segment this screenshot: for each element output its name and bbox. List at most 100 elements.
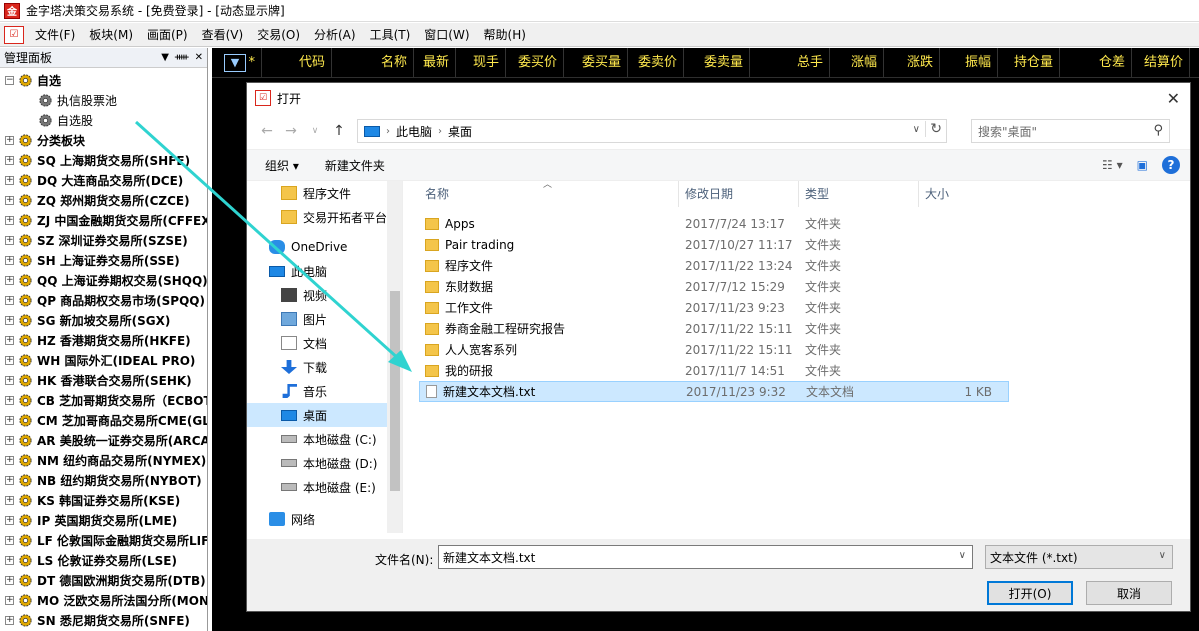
- file-row[interactable]: Pair trading 2017/10/27 11:17 文件夹: [419, 234, 1009, 255]
- tree-item[interactable]: + SH 上海证券交易所(SSE): [0, 250, 207, 270]
- expand-icon[interactable]: +: [5, 395, 14, 405]
- expand-icon[interactable]: +: [5, 355, 14, 365]
- expand-icon[interactable]: +: [5, 315, 14, 325]
- file-row[interactable]: 工作文件 2017/11/23 9:23 文件夹: [419, 297, 1009, 318]
- tree-item[interactable]: + DT 德国欧洲期货交易所(DTB): [0, 570, 207, 590]
- new-folder-button[interactable]: 新建文件夹: [325, 157, 385, 174]
- expand-icon[interactable]: +: [5, 375, 14, 385]
- filename-input[interactable]: 新建文本文档.txt ∨: [438, 545, 973, 569]
- file-row[interactable]: 我的研报 2017/11/7 14:51 文件夹: [419, 360, 1009, 381]
- file-row[interactable]: 新建文本文档.txt 2017/11/23 9:32 文本文档 1 KB: [419, 381, 1009, 402]
- nav-item[interactable]: 音乐: [247, 379, 387, 403]
- nav-item[interactable]: 此电脑: [247, 259, 387, 283]
- tree-item[interactable]: + CM 芝加哥商品交易所CME(GLOBEX): [0, 410, 207, 430]
- expand-icon[interactable]: +: [5, 235, 14, 245]
- quote-column-header[interactable]: 委卖价: [628, 47, 684, 78]
- tree-item[interactable]: + 分类板块: [0, 130, 207, 150]
- expand-icon[interactable]: +: [5, 335, 14, 345]
- panel-pin-icon[interactable]: ᚔ: [175, 52, 189, 63]
- quote-column-header[interactable]: *: [246, 47, 262, 78]
- column-size[interactable]: 大小: [919, 181, 995, 207]
- refresh-icon[interactable]: ↻: [925, 121, 942, 137]
- filetype-select[interactable]: 文本文件 (*.txt) ∨: [985, 545, 1173, 569]
- quote-column-header[interactable]: 涨跌: [884, 47, 940, 78]
- nav-item[interactable]: 视频: [247, 283, 387, 307]
- expand-icon[interactable]: +: [5, 455, 14, 465]
- breadcrumb-this-pc[interactable]: 此电脑: [396, 123, 432, 140]
- tree-item[interactable]: + NB 纽约期货交易所(NYBOT): [0, 470, 207, 490]
- quote-column-header[interactable]: 委买量: [564, 47, 628, 78]
- menu-item[interactable]: 文件(F): [28, 24, 82, 46]
- dialog-close-icon[interactable]: ✕: [1167, 89, 1180, 108]
- menu-item[interactable]: 帮助(H): [477, 24, 533, 46]
- expand-icon[interactable]: +: [5, 215, 14, 225]
- quote-column-header[interactable]: 涨幅: [830, 47, 884, 78]
- menu-item[interactable]: 交易(O): [250, 24, 307, 46]
- expand-icon[interactable]: +: [5, 175, 14, 185]
- quote-column-header[interactable]: 委买价: [506, 47, 564, 78]
- menu-item[interactable]: 查看(V): [195, 24, 251, 46]
- nav-item[interactable]: 程序文件: [247, 181, 387, 205]
- tree-item[interactable]: + HZ 香港期货交易所(HKFE): [0, 330, 207, 350]
- file-row[interactable]: Apps 2017/7/24 13:17 文件夹: [419, 213, 1009, 234]
- filename-dropdown-icon[interactable]: ∨: [959, 550, 966, 561]
- tree-item[interactable]: + HK 香港联合交易所(SEHK): [0, 370, 207, 390]
- filetype-dropdown-icon[interactable]: ∨: [1159, 550, 1166, 561]
- preview-pane-icon[interactable]: ▣: [1137, 158, 1148, 172]
- quote-column-header[interactable]: 代码: [262, 47, 332, 78]
- tree-item[interactable]: + LF 伦敦国际金融期货交易所LIFFE: [0, 530, 207, 550]
- file-row[interactable]: 券商金融工程研究报告 2017/11/22 15:11 文件夹: [419, 318, 1009, 339]
- tree-item[interactable]: + SG 新加坡交易所(SGX): [0, 310, 207, 330]
- expand-icon[interactable]: +: [5, 275, 14, 285]
- tree-item[interactable]: + NM 纽约商品交易所(NYMEX): [0, 450, 207, 470]
- tree-item[interactable]: + ZJ 中国金融期货交易所(CFFEX): [0, 210, 207, 230]
- menu-item[interactable]: 画面(P): [140, 24, 195, 46]
- tree-item[interactable]: + SZ 深圳证券交易所(SZSE): [0, 230, 207, 250]
- quote-column-header[interactable]: 持仓量: [998, 47, 1060, 78]
- nav-item[interactable]: 网络: [247, 507, 387, 531]
- nav-item[interactable]: 交易开拓者平台: [247, 205, 387, 229]
- panel-dropdown-icon[interactable]: ▼: [161, 52, 169, 63]
- recent-dropdown-icon[interactable]: ∨: [303, 126, 327, 136]
- tree-item[interactable]: + WH 国际外汇(IDEAL PRO): [0, 350, 207, 370]
- search-input[interactable]: 搜索"桌面" ⚲: [971, 119, 1170, 143]
- quote-column-header[interactable]: 结算价: [1132, 47, 1190, 78]
- nav-item[interactable]: 本地磁盘 (E:): [247, 475, 387, 499]
- quote-column-header[interactable]: 委卖量: [684, 47, 750, 78]
- nav-scrollbar[interactable]: [387, 181, 402, 533]
- tree-item[interactable]: − 自选: [0, 70, 207, 90]
- expand-icon[interactable]: +: [5, 435, 14, 445]
- quote-column-header[interactable]: 振幅: [940, 47, 998, 78]
- nav-item[interactable]: 桌面: [247, 403, 387, 427]
- expand-icon[interactable]: +: [5, 135, 14, 145]
- tree-item[interactable]: + KS 韩国证券交易所(KSE): [0, 490, 207, 510]
- expand-icon[interactable]: +: [5, 475, 14, 485]
- expand-icon[interactable]: +: [5, 595, 14, 605]
- menu-item[interactable]: 分析(A): [307, 24, 363, 46]
- tree-child-item[interactable]: 自选股: [0, 110, 207, 130]
- tree-item[interactable]: + QP 商品期权交易市场(SPQQ): [0, 290, 207, 310]
- system-menu-icon[interactable]: ☑: [4, 25, 24, 44]
- tree-item[interactable]: + LS 伦敦证券交易所(LSE): [0, 550, 207, 570]
- tree-item[interactable]: + ZQ 郑州期货交易所(CZCE): [0, 190, 207, 210]
- nav-item[interactable]: 本地磁盘 (D:): [247, 451, 387, 475]
- up-icon[interactable]: ↑: [327, 123, 351, 139]
- nav-scroll-thumb[interactable]: [390, 291, 400, 491]
- quote-column-header[interactable]: 现手: [456, 47, 506, 78]
- quote-column-header[interactable]: 仓差: [1060, 47, 1132, 78]
- quote-dropdown-icon[interactable]: ▼: [224, 53, 246, 72]
- nav-item[interactable]: 下载: [247, 355, 387, 379]
- expand-icon[interactable]: +: [5, 495, 14, 505]
- expand-icon[interactable]: +: [5, 255, 14, 265]
- menu-item[interactable]: 工具(T): [363, 24, 418, 46]
- collapse-icon[interactable]: −: [5, 75, 14, 85]
- nav-item[interactable]: 文档: [247, 331, 387, 355]
- tree-item[interactable]: + SQ 上海期货交易所(SHFE): [0, 150, 207, 170]
- menu-item[interactable]: 窗口(W): [417, 24, 476, 46]
- quote-column-header[interactable]: 总手: [750, 47, 830, 78]
- address-bar[interactable]: › 此电脑 › 桌面 ∨ ↻: [357, 119, 947, 143]
- expand-icon[interactable]: +: [5, 195, 14, 205]
- cancel-button[interactable]: 取消: [1086, 581, 1172, 605]
- expand-icon[interactable]: +: [5, 295, 14, 305]
- expand-icon[interactable]: +: [5, 155, 14, 165]
